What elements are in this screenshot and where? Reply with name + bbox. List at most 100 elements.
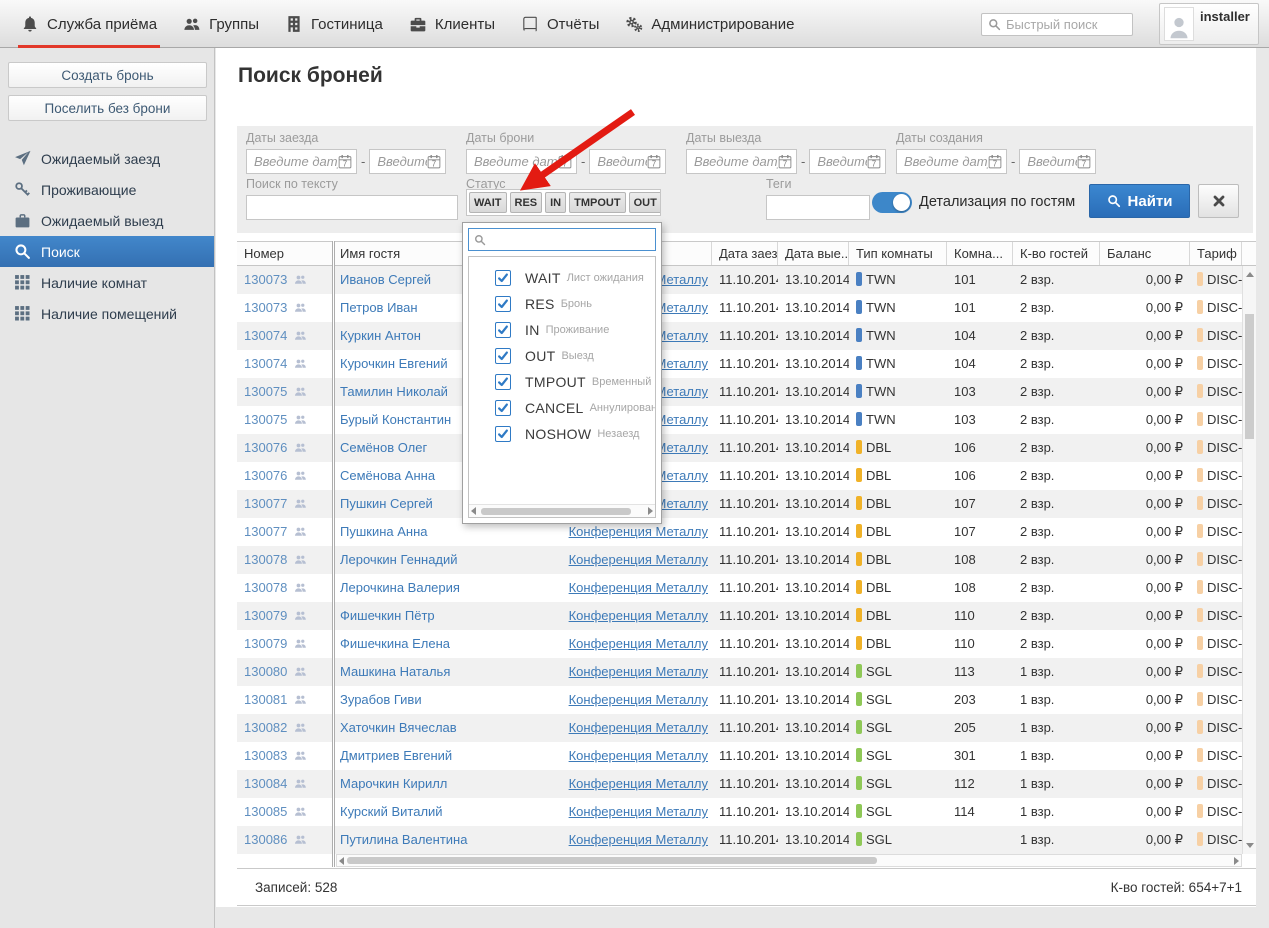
date-from-field[interactable]: 7 (686, 149, 797, 174)
checkbox-checked[interactable] (495, 426, 511, 442)
table-row[interactable]: 130076Семёнова АннаКонференция Металлу11… (237, 462, 1256, 490)
status-option-in[interactable]: INПроживание (469, 317, 655, 343)
table-row[interactable]: 130080Машкина НатальяКонференция Металлу… (237, 658, 1256, 686)
status-chip-in[interactable]: IN (545, 192, 566, 213)
date-to-input[interactable] (817, 154, 867, 169)
group-link[interactable]: Конференция Металлу (569, 580, 708, 595)
nav-tab-1[interactable]: Группы (170, 0, 272, 48)
calendar-icon[interactable]: 7 (647, 154, 661, 169)
text-search-input[interactable] (246, 195, 458, 220)
table-row[interactable]: 130079 Фишечкина Елена Конференция Металлу… (237, 630, 1256, 658)
date-from-input[interactable] (904, 154, 988, 169)
date-from-input[interactable] (254, 154, 338, 169)
group-link[interactable]: Конференция Металлу (569, 720, 708, 735)
date-to-input[interactable] (597, 154, 647, 169)
group-link[interactable]: Конференция Металлу (569, 608, 708, 623)
date-to-field[interactable]: 7 (589, 149, 666, 174)
status-dropdown-search[interactable] (468, 228, 656, 251)
booking-number-link[interactable]: 130080 (244, 664, 287, 679)
scroll-down-arrow[interactable] (1246, 843, 1254, 848)
date-from-field[interactable]: 7 (466, 149, 577, 174)
scroll-left-arrow[interactable] (339, 857, 344, 865)
scroll-right-arrow[interactable] (1234, 857, 1239, 865)
status-chip-out[interactable]: OUT (629, 192, 661, 213)
table-row[interactable]: 130075Бурый КонстантинКонференция Металл… (237, 406, 1256, 434)
horizontal-scrollbar[interactable] (336, 854, 1242, 867)
date-to-input[interactable] (377, 154, 427, 169)
guest-name-link[interactable]: Зурабов Гиви (340, 692, 422, 707)
guest-name-link[interactable]: Курочкин Евгений (340, 356, 448, 371)
status-option-out[interactable]: OUTВыезд (469, 343, 655, 369)
table-row[interactable]: 130082Хаточкин ВячеславКонференция Метал… (237, 714, 1256, 742)
group-link[interactable]: Конференция Металлу (569, 832, 708, 847)
column-header-7[interactable]: К-во гостей (1013, 242, 1100, 265)
checkbox-checked[interactable] (495, 270, 511, 286)
status-option-res[interactable]: RESБронь (469, 291, 655, 317)
checkbox-checked[interactable] (495, 374, 511, 390)
guest-name-link[interactable]: Дмитриев Евгений (340, 748, 452, 763)
checkbox-checked[interactable] (495, 400, 511, 416)
table-row[interactable]: 130086Путилина ВалентинаКонференция Мета… (237, 826, 1256, 854)
calendar-icon[interactable]: 7 (427, 154, 441, 169)
nav-tab-0[interactable]: Служба приёма (8, 0, 170, 48)
nav-tab-2[interactable]: Гостиница (272, 0, 396, 48)
guest-name-link[interactable]: Пушкина Анна (340, 524, 428, 539)
booking-number-link[interactable]: 130079 (244, 608, 287, 623)
status-option-tmpout[interactable]: TMPOUTВременный выезд (469, 369, 655, 395)
booking-number-link[interactable]: 130076 (244, 440, 287, 455)
checkbox-checked[interactable] (495, 348, 511, 364)
table-row[interactable]: 130078Лерочкина ВалерияКонференция Метал… (237, 574, 1256, 602)
guest-name-link[interactable]: Лерочкина Валерия (340, 580, 460, 595)
table-row[interactable]: 130084Марочкин КириллКонференция Металлу… (237, 770, 1256, 798)
booking-number-link[interactable]: 130074 (244, 356, 287, 371)
vertical-scrollbar[interactable] (1242, 266, 1256, 854)
booking-number-link[interactable]: 130075 (244, 384, 287, 399)
status-dropdown-search-input[interactable] (491, 232, 650, 247)
date-from-field[interactable]: 7 (246, 149, 357, 174)
guest-name-link[interactable]: Курский Виталий (340, 804, 443, 819)
date-from-input[interactable] (474, 154, 558, 169)
calendar-icon[interactable]: 7 (867, 154, 881, 169)
date-from-field[interactable]: 7 (896, 149, 1007, 174)
column-header-4[interactable]: Дата вые... (778, 242, 849, 265)
calendar-icon[interactable]: 7 (988, 154, 1002, 169)
column-header-9[interactable]: Тариф (1190, 242, 1242, 265)
booking-number-link[interactable]: 130077 (244, 496, 287, 511)
group-link[interactable]: Конференция Металлу (569, 524, 708, 539)
guest-name-link[interactable]: Хаточкин Вячеслав (340, 720, 457, 735)
column-header-5[interactable]: Тип комнаты (849, 242, 947, 265)
booking-number-link[interactable]: 130083 (244, 748, 287, 763)
booking-number-link[interactable]: 130078 (244, 552, 287, 567)
booking-number-link[interactable]: 130085 (244, 804, 287, 819)
group-link[interactable]: Конференция Металлу (569, 748, 708, 763)
table-row[interactable]: 130074Куркин АнтонКонференция Металлу11.… (237, 322, 1256, 350)
status-option-noshow[interactable]: NOSHOWНезаезд (469, 421, 655, 447)
guest-name-link[interactable]: Бурый Константин (340, 412, 451, 427)
column-header-1[interactable]: Имя гостя (333, 242, 470, 265)
guest-name-link[interactable]: Марочкин Кирилл (340, 776, 447, 791)
dropdown-horizontal-scrollbar[interactable] (469, 504, 655, 517)
user-menu[interactable]: installer (1159, 3, 1259, 45)
guest-name-link[interactable]: Петров Иван (340, 300, 418, 315)
booking-number-link[interactable]: 130086 (244, 832, 287, 847)
group-link[interactable]: Конференция Металлу (569, 552, 708, 567)
booking-number-link[interactable]: 130075 (244, 412, 287, 427)
table-row[interactable]: 130078Лерочкин ГеннадийКонференция Метал… (237, 546, 1256, 574)
sidebar-button-1[interactable]: Поселить без брони (8, 95, 207, 121)
vertical-scrollbar-thumb[interactable] (1245, 314, 1254, 439)
nav-tab-3[interactable]: Клиенты (396, 0, 508, 48)
table-row[interactable]: 130085Курский ВиталийКонференция Металлу… (237, 798, 1256, 826)
group-link[interactable]: Конференция Металлу (569, 664, 708, 679)
status-chip-wait[interactable]: WAIT (469, 192, 507, 213)
booking-number-link[interactable]: 130079 (244, 636, 287, 651)
guest-name-link[interactable]: Фишечкина Елена (340, 636, 450, 651)
group-link[interactable]: Конференция Металлу (569, 636, 708, 651)
table-row[interactable]: 130079Фишечкин ПётрКонференция Металлу11… (237, 602, 1256, 630)
column-header-3[interactable]: Дата заез... (712, 242, 778, 265)
status-option-cancel[interactable]: CANCELАннулировано (469, 395, 655, 421)
guest-detail-toggle[interactable] (872, 192, 912, 213)
booking-number-link[interactable]: 130073 (244, 272, 287, 287)
calendar-icon[interactable]: 7 (1077, 154, 1091, 169)
scroll-right-arrow[interactable] (648, 507, 653, 515)
guest-name-link[interactable]: Куркин Антон (340, 328, 421, 343)
